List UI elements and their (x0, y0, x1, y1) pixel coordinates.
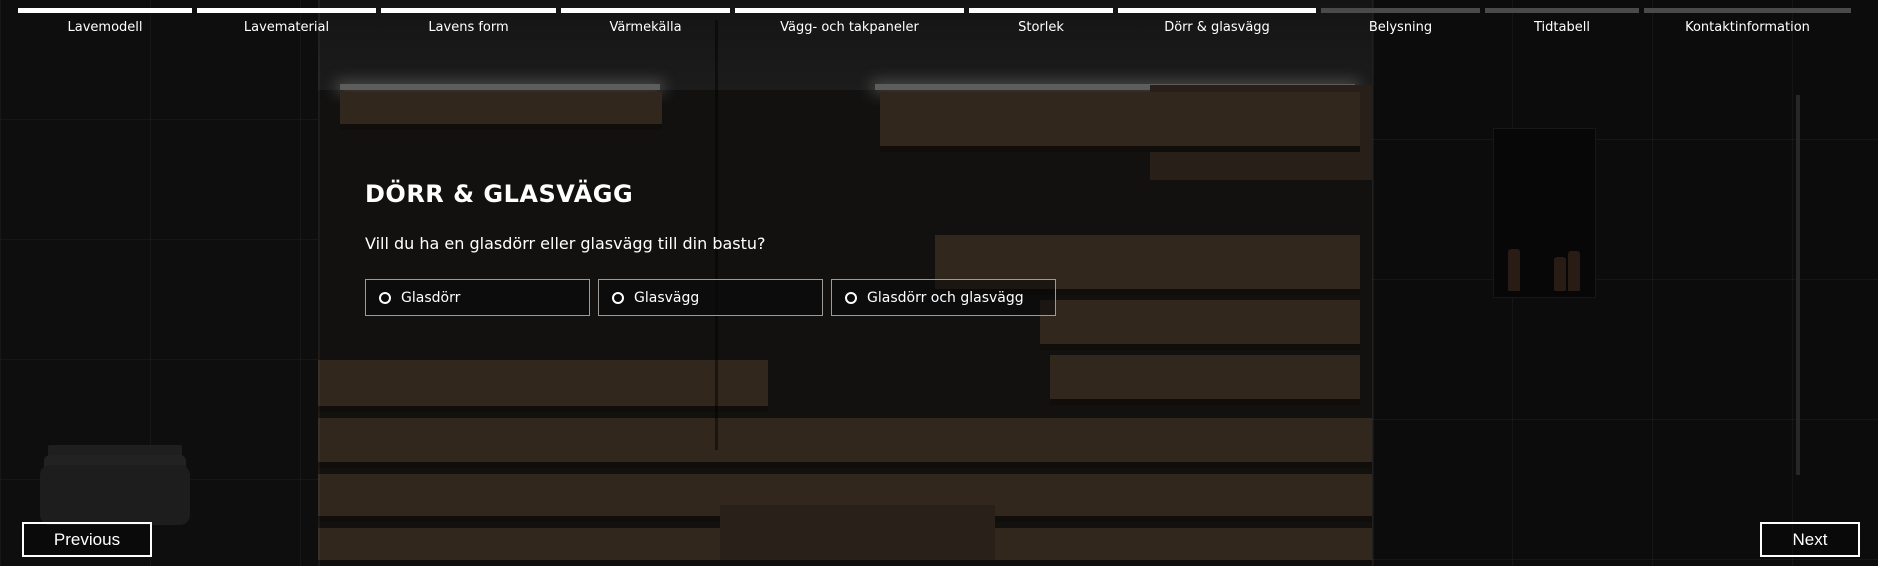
step-lavens-form[interactable]: Lavens form (381, 6, 561, 38)
step-lavemodell[interactable]: Lavemodell (18, 6, 197, 38)
step-label: Kontaktinformation (1685, 20, 1810, 35)
step-storlek[interactable]: Storlek (969, 6, 1118, 38)
step-progress-bar (1644, 8, 1851, 13)
progress-steps: Lavemodell Lavematerial Lavens form Värm… (18, 6, 1878, 38)
step-lavematerial[interactable]: Lavematerial (197, 6, 381, 38)
step-label: Tidtabell (1534, 20, 1590, 35)
step-label: Lavens form (428, 20, 509, 35)
step-progress-bar (969, 8, 1113, 13)
step-label: Värmekälla (609, 20, 682, 35)
question-text: Vill du ha en glasdörr eller glasvägg ti… (365, 234, 766, 253)
page-title: DÖRR & GLASVÄGG (365, 180, 634, 208)
option-label: Glasdörr (401, 289, 461, 306)
step-progress-bar (1118, 8, 1316, 13)
option-glasdorr[interactable]: Glasdörr (365, 279, 590, 316)
step-progress-bar (735, 8, 964, 13)
step-progress-bar (1485, 8, 1639, 13)
radio-circle-icon[interactable] (612, 291, 624, 304)
step-label: Lavematerial (243, 20, 330, 35)
step-progress-bar (197, 8, 376, 13)
step-progress-bar (561, 8, 730, 13)
step-varmekalla[interactable]: Värmekälla (561, 6, 735, 38)
step-progress-bar (381, 8, 556, 13)
step-kontaktinformation[interactable]: Kontaktinformation (1644, 6, 1856, 38)
step-label: Belysning (1368, 20, 1433, 35)
next-button[interactable]: Next (1760, 522, 1860, 557)
question-panel: DÖRR & GLASVÄGG Vill du ha en glasdörr e… (365, 180, 1165, 316)
step-belysning[interactable]: Belysning (1321, 6, 1485, 38)
radio-circle-icon[interactable] (845, 291, 857, 304)
step-tidtabell[interactable]: Tidtabell (1485, 6, 1644, 38)
step-label: Lavemodell (67, 20, 143, 35)
step-label: Vägg- och takpaneler (780, 20, 919, 35)
option-group: Glasdörr Glasvägg Glasdörr och glasvägg (365, 279, 1165, 316)
step-progress-bar (18, 8, 192, 13)
step-label: Storlek (1018, 20, 1064, 35)
step-label: Dörr & glasvägg (1164, 20, 1270, 35)
radio-circle-icon[interactable] (379, 291, 391, 304)
previous-button[interactable]: Previous (22, 522, 152, 557)
option-label: Glasdörr och glasvägg (867, 289, 1024, 306)
step-progress-bar (1321, 8, 1480, 13)
option-glasdorr-och-glasvagg[interactable]: Glasdörr och glasvägg (831, 279, 1056, 316)
step-dorr-glasvagg[interactable]: Dörr & glasvägg (1118, 6, 1321, 38)
step-vagg-och-takpaneler[interactable]: Vägg- och takpaneler (735, 6, 969, 38)
option-label: Glasvägg (634, 289, 700, 306)
option-glasvagg[interactable]: Glasvägg (598, 279, 823, 316)
